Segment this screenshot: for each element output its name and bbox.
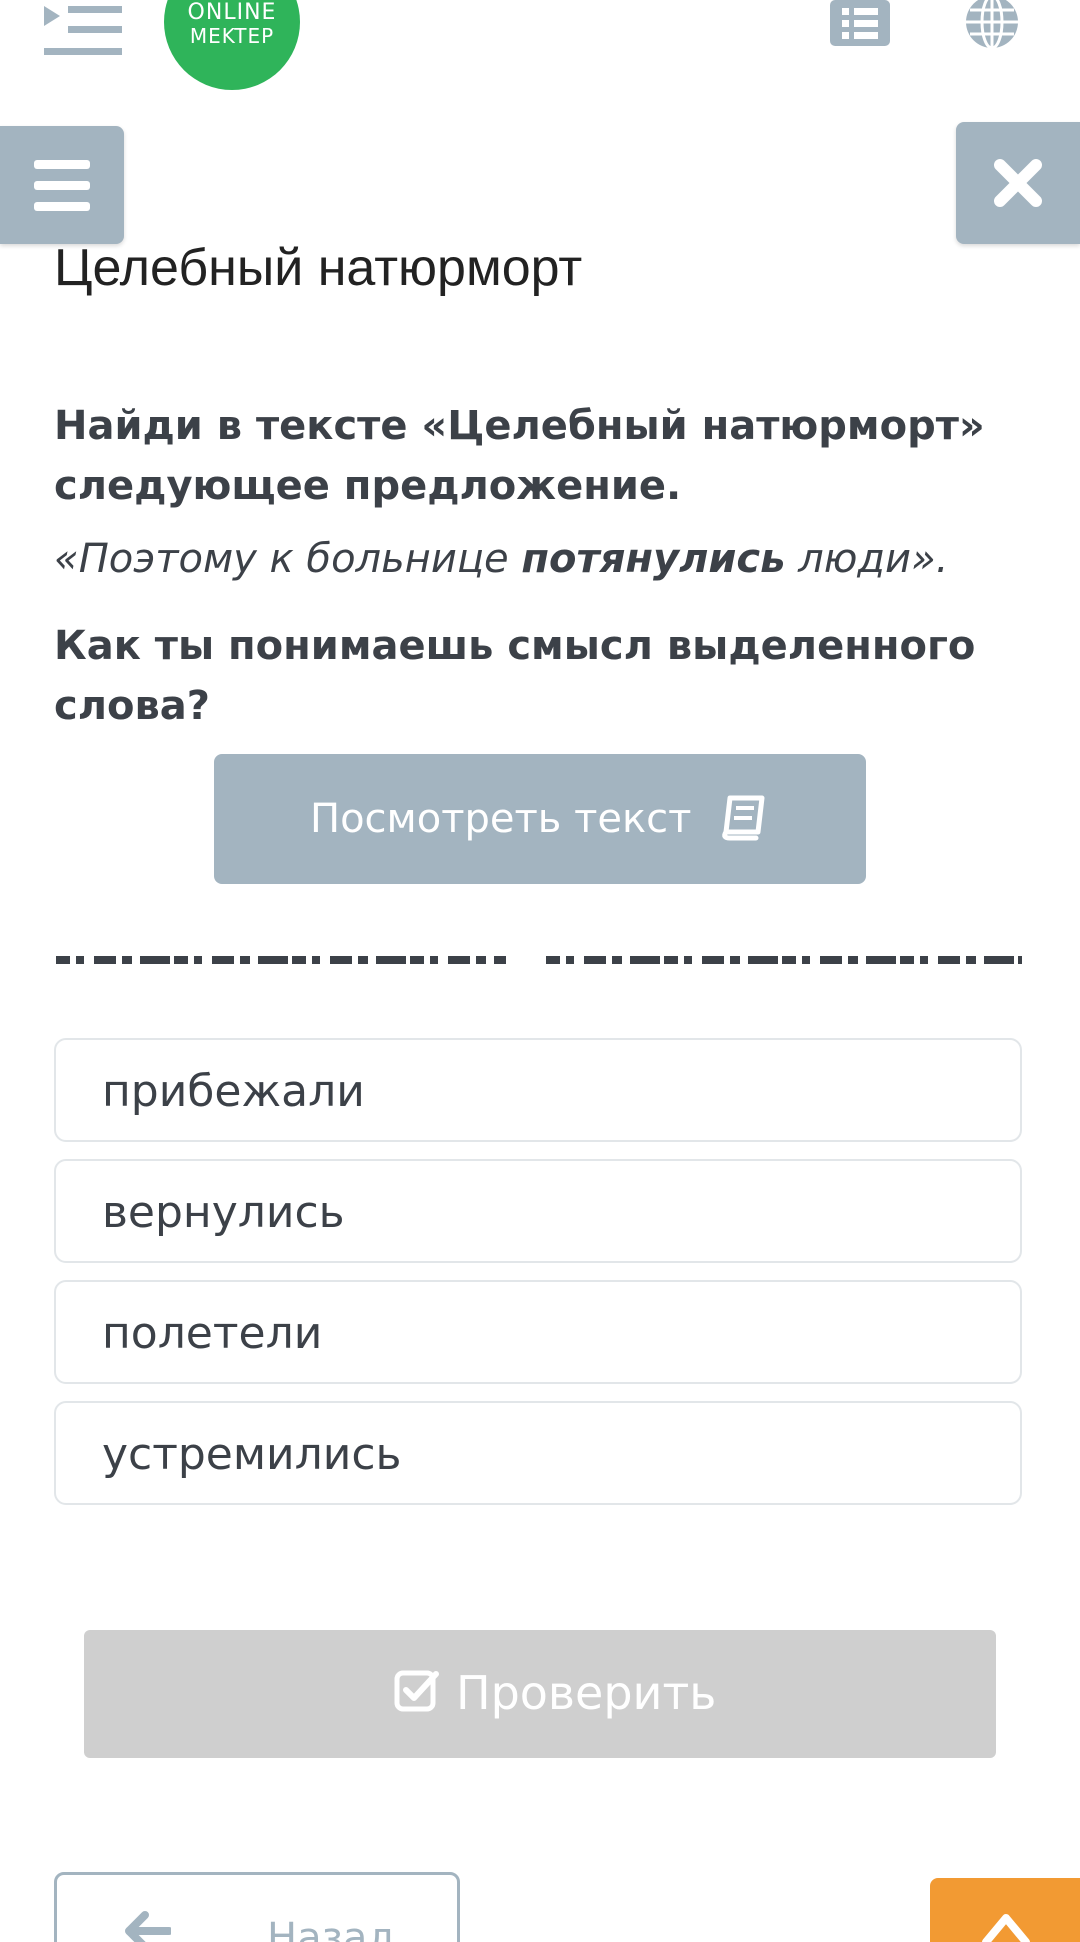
page: ONLINE MEKTEP Целебный натюрморт Найди в… (0, 0, 1080, 1942)
divider (56, 950, 1022, 964)
back-button[interactable]: Назад (54, 1872, 460, 1942)
quote-sentence: «Поэтому к больнице потянулись люди». (54, 536, 1014, 582)
list-icon[interactable] (830, 0, 890, 48)
answer-option[interactable]: устремились (54, 1401, 1022, 1505)
menu-button[interactable] (0, 126, 124, 244)
top-bar: ONLINE MEKTEP (0, 0, 1080, 110)
globe-icon[interactable] (962, 0, 1022, 50)
answer-option-label: полетели (102, 1308, 323, 1359)
close-icon (994, 159, 1042, 207)
answer-option[interactable]: прибежали (54, 1038, 1022, 1142)
close-button[interactable] (956, 122, 1080, 244)
question-prompt: Найди в тексте «Целебный натюрморт» след… (54, 403, 985, 509)
arrow-left-icon (123, 1911, 173, 1942)
quote-before: «Поэтому к больнице (54, 536, 522, 582)
book-icon (720, 794, 768, 852)
back-button-label: Назад (267, 1915, 396, 1942)
checkbox-check-icon (394, 1668, 440, 1725)
answer-option[interactable]: вернулись (54, 1159, 1022, 1263)
check-button-label: Проверить (456, 1666, 717, 1720)
answer-option-label: прибежали (102, 1066, 365, 1117)
hamburger-icon-bar (34, 202, 90, 211)
logo[interactable]: ONLINE MEKTEP (164, 0, 300, 90)
answer-option-label: вернулись (102, 1187, 345, 1238)
page-title: Целебный натюрморт (54, 239, 583, 297)
logo-line1: ONLINE (187, 0, 277, 25)
view-text-label: Посмотреть текст (310, 796, 692, 842)
answer-option-label: устремились (102, 1429, 402, 1480)
question-prompt-2: Как ты понимаешь смысл выделенного слова… (54, 623, 976, 729)
logo-line2: MEKTEP (189, 24, 275, 48)
highlighted-word: потянулись (521, 536, 786, 582)
view-text-button[interactable]: Посмотреть текст (214, 754, 866, 884)
answer-option[interactable]: полетели (54, 1280, 1022, 1384)
sidebar-toggle-icon[interactable] (44, 2, 122, 60)
hamburger-icon-bar (34, 181, 90, 190)
hamburger-icon (34, 160, 90, 169)
scroll-up-button[interactable] (930, 1878, 1080, 1942)
check-button[interactable]: Проверить (84, 1630, 996, 1758)
quote-after: люди». (785, 536, 949, 582)
chevron-up-icon (982, 1914, 1030, 1942)
